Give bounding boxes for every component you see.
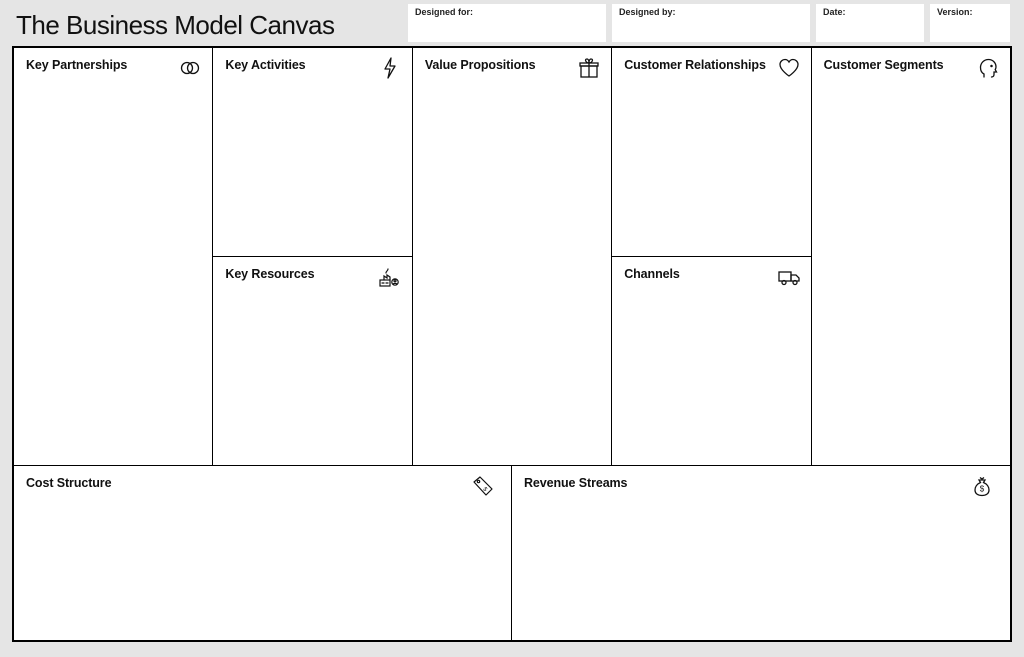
cell-title-customer-relationships: Customer Relationships bbox=[624, 58, 798, 72]
heart-icon bbox=[777, 56, 801, 80]
cell-key-resources[interactable]: Key Resources bbox=[213, 257, 411, 466]
cell-title-customer-segments: Customer Segments bbox=[824, 58, 998, 72]
designed-by-label: Designed by: bbox=[619, 7, 676, 17]
col-key-partnerships: Key Partnerships bbox=[14, 48, 213, 465]
cell-channels[interactable]: Channels bbox=[612, 257, 810, 466]
meta-fields: Designed for: Designed by: Date: Version… bbox=[408, 4, 1012, 42]
designed-for-label: Designed for: bbox=[415, 7, 473, 17]
gift-icon bbox=[577, 56, 601, 80]
cell-title-key-resources: Key Resources bbox=[225, 267, 399, 281]
col-relationships-channels: Customer Relationships Channels bbox=[612, 48, 811, 465]
cell-title-key-partnerships: Key Partnerships bbox=[26, 58, 200, 72]
header: The Business Model Canvas Designed for: … bbox=[0, 0, 1024, 46]
cell-value-propositions[interactable]: Value Propositions bbox=[413, 48, 611, 465]
svg-text:$: $ bbox=[481, 486, 488, 493]
canvas-bottom-row: Cost Structure $ Revenue Streams $ bbox=[14, 466, 1010, 640]
business-model-canvas-page: The Business Model Canvas Designed for: … bbox=[0, 0, 1024, 657]
cell-title-channels: Channels bbox=[624, 267, 798, 281]
designed-by-field[interactable]: Designed by: bbox=[612, 4, 810, 42]
cell-revenue-streams[interactable]: Revenue Streams $ bbox=[512, 466, 1010, 640]
factory-icon bbox=[378, 265, 402, 289]
date-field[interactable]: Date: bbox=[816, 4, 924, 42]
link-chain-icon bbox=[178, 56, 202, 80]
version-field[interactable]: Version: bbox=[930, 4, 1010, 42]
cell-cost-structure[interactable]: Cost Structure $ bbox=[14, 466, 512, 640]
truck-icon bbox=[777, 265, 801, 289]
version-label: Version: bbox=[937, 7, 973, 17]
cell-title-value-propositions: Value Propositions bbox=[425, 58, 599, 72]
designed-for-field[interactable]: Designed for: bbox=[408, 4, 606, 42]
cell-title-cost-structure: Cost Structure bbox=[26, 476, 499, 490]
cell-key-partnerships[interactable]: Key Partnerships bbox=[14, 48, 212, 465]
lightning-icon bbox=[378, 56, 402, 80]
col-customer-segments: Customer Segments bbox=[812, 48, 1010, 465]
date-label: Date: bbox=[823, 7, 846, 17]
svg-text:$: $ bbox=[980, 485, 985, 494]
money-bag-icon: $ bbox=[970, 474, 994, 498]
col-activities-resources: Key Activities Key Resources bbox=[213, 48, 412, 465]
page-title: The Business Model Canvas bbox=[12, 4, 334, 41]
cell-title-key-activities: Key Activities bbox=[225, 58, 399, 72]
canvas-top-row: Key Partnerships Key Activities bbox=[14, 48, 1010, 466]
canvas-grid: Key Partnerships Key Activities bbox=[12, 46, 1012, 642]
person-head-icon bbox=[976, 56, 1000, 80]
cell-title-revenue-streams: Revenue Streams bbox=[524, 476, 998, 490]
col-value-propositions: Value Propositions bbox=[413, 48, 612, 465]
cell-key-activities[interactable]: Key Activities bbox=[213, 48, 411, 257]
price-tag-icon: $ bbox=[471, 474, 495, 498]
cell-customer-relationships[interactable]: Customer Relationships bbox=[612, 48, 810, 257]
cell-customer-segments[interactable]: Customer Segments bbox=[812, 48, 1010, 465]
